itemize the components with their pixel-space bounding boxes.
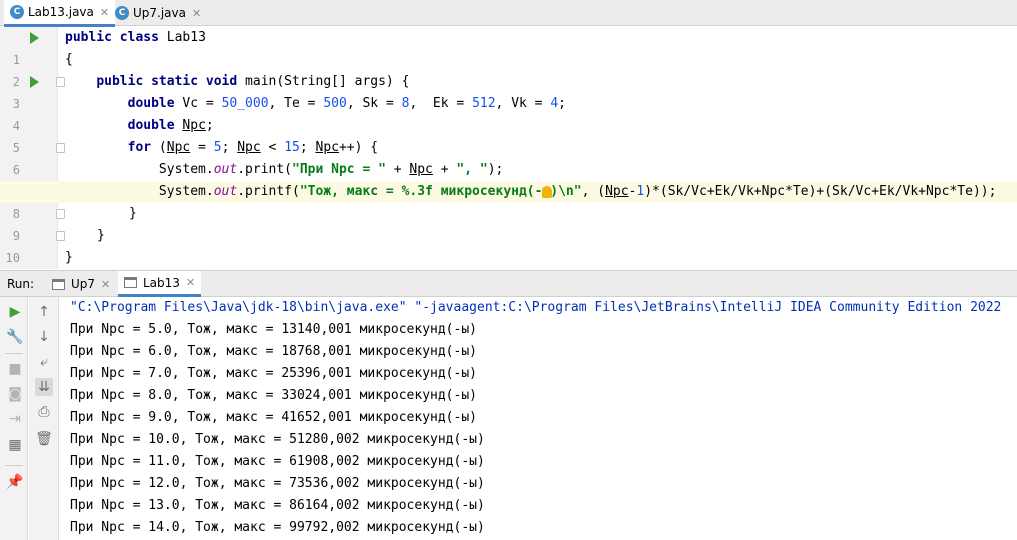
run-gutter-icon[interactable] — [30, 76, 39, 88]
print-icon[interactable]: ⎙ — [35, 403, 53, 421]
fold-icon[interactable] — [56, 209, 65, 219]
code-line: 5 double Npc; — [0, 115, 1017, 155]
close-icon[interactable]: ✕ — [100, 6, 109, 19]
console-icon — [124, 277, 137, 288]
keyword: class — [119, 30, 159, 45]
soft-wrap-icon[interactable]: ⤶ — [35, 353, 53, 371]
console-icon — [52, 278, 65, 290]
java-class-icon: C — [10, 5, 24, 19]
scroll-to-end-icon[interactable]: ⇊ — [35, 378, 53, 396]
console-line: При Npc = 11.0, Тож, макс = 61908,002 ми… — [70, 454, 485, 469]
run-gutter-icon[interactable] — [30, 32, 39, 44]
arrow-up-icon[interactable]: ↑ — [35, 303, 53, 321]
tab-lab13-java[interactable]: C Lab13.java ✕ — [4, 0, 116, 27]
console-output[interactable]: "C:\Program Files\Java\jdk-18\bin\java.e… — [60, 297, 1017, 540]
console-line: При Npc = 7.0, Тож, макс = 25396,001 мик… — [70, 366, 477, 381]
console-line: При Npc = 8.0, Тож, макс = 33024,001 мик… — [70, 388, 477, 403]
pin-icon[interactable]: 📌 — [6, 473, 24, 491]
run-tab-label: Lab13 — [143, 275, 180, 290]
run-label: Run: — [7, 277, 35, 291]
arrow-down-icon[interactable]: ↓ — [35, 328, 53, 346]
fold-icon[interactable] — [56, 143, 65, 153]
code-line: 7 System.out.print("При Npc = " + Npc + … — [0, 159, 1017, 199]
console-line: При Npc = 9.0, Тож, макс = 41652,001 мик… — [70, 410, 477, 425]
stop-icon[interactable]: ■ — [6, 360, 24, 378]
code-line: 10 } — [0, 225, 1017, 265]
brace: { — [65, 52, 73, 67]
run-toolbar-second: ↑ ↓ ⤶ ⇊ ⎙ 🗑 — [29, 297, 59, 540]
close-icon[interactable]: ✕ — [101, 278, 110, 291]
console-line: При Npc = 12.0, Тож, макс = 73536,002 ми… — [70, 476, 485, 491]
code-line: 6 for (Npc = 5; Npc < 15; Npc++) { — [0, 137, 1017, 177]
console-line: При Npc = 5.0, Тож, макс = 13140,001 мик… — [70, 322, 477, 337]
code-editor[interactable]: 1 public class Lab13 2 { 3 public static… — [0, 27, 1017, 287]
rerun-icon[interactable]: ▶ — [6, 303, 24, 321]
class-name: Lab13 — [166, 30, 206, 45]
tab-label: Up7.java — [133, 6, 186, 20]
run-tab-lab13[interactable]: Lab13 ✕ — [118, 271, 202, 297]
layout-icon[interactable]: ▦ — [6, 436, 24, 454]
run-tool-window-header: Run: Up7 ✕ Lab13 ✕ — [0, 270, 1017, 297]
code-line: 4 double Vc = 50_000, Te = 500, Sk = 8, … — [0, 93, 1017, 133]
tab-up7-java[interactable]: C Up7.java ✕ — [109, 0, 207, 26]
run-tab-up7[interactable]: Up7 ✕ — [46, 271, 116, 297]
run-tab-label: Up7 — [71, 277, 96, 291]
console-line: При Npc = 14.0, Тож, макс = 99792,002 ми… — [70, 520, 485, 535]
fold-icon[interactable] — [56, 77, 65, 87]
editor-tab-bar: C Lab13.java ✕ C Up7.java ✕ — [0, 0, 1017, 27]
console-line: При Npc = 10.0, Тож, макс = 51280,002 ми… — [70, 432, 485, 447]
keyword: public — [65, 30, 112, 45]
code-line: 3 public static void main(String[] args)… — [0, 71, 1017, 111]
fold-icon[interactable] — [56, 231, 65, 241]
console-command-line[interactable]: "C:\Program Files\Java\jdk-18\bin\java.e… — [70, 297, 1001, 319]
run-toolbar-left: ▶ 🔧 ■ ◙ ⇥ ▦ 📌 — [0, 297, 28, 540]
tab-label: Lab13.java — [28, 5, 94, 19]
console-line: При Npc = 6.0, Тож, макс = 18768,001 мик… — [70, 344, 477, 359]
trash-icon[interactable]: 🗑 — [35, 430, 53, 448]
wrench-icon[interactable]: 🔧 — [6, 328, 24, 346]
java-class-icon: C — [115, 6, 129, 20]
camera-icon[interactable]: ◙ — [6, 385, 24, 403]
code-line: 9 } — [0, 203, 1017, 243]
code-line: 2 { — [0, 49, 1017, 89]
login-icon[interactable]: ⇥ — [6, 410, 24, 428]
console-line: При Npc = 13.0, Тож, макс = 86164,002 ми… — [70, 498, 485, 513]
code-line: 11 } — [0, 247, 1017, 287]
close-icon[interactable]: ✕ — [186, 276, 195, 289]
code-line: 1 public class Lab13 — [0, 27, 1017, 67]
close-icon[interactable]: ✕ — [192, 7, 201, 20]
code-line-current: 8 System.out.printf("Тож, макс = %.3f ми… — [0, 181, 1017, 221]
